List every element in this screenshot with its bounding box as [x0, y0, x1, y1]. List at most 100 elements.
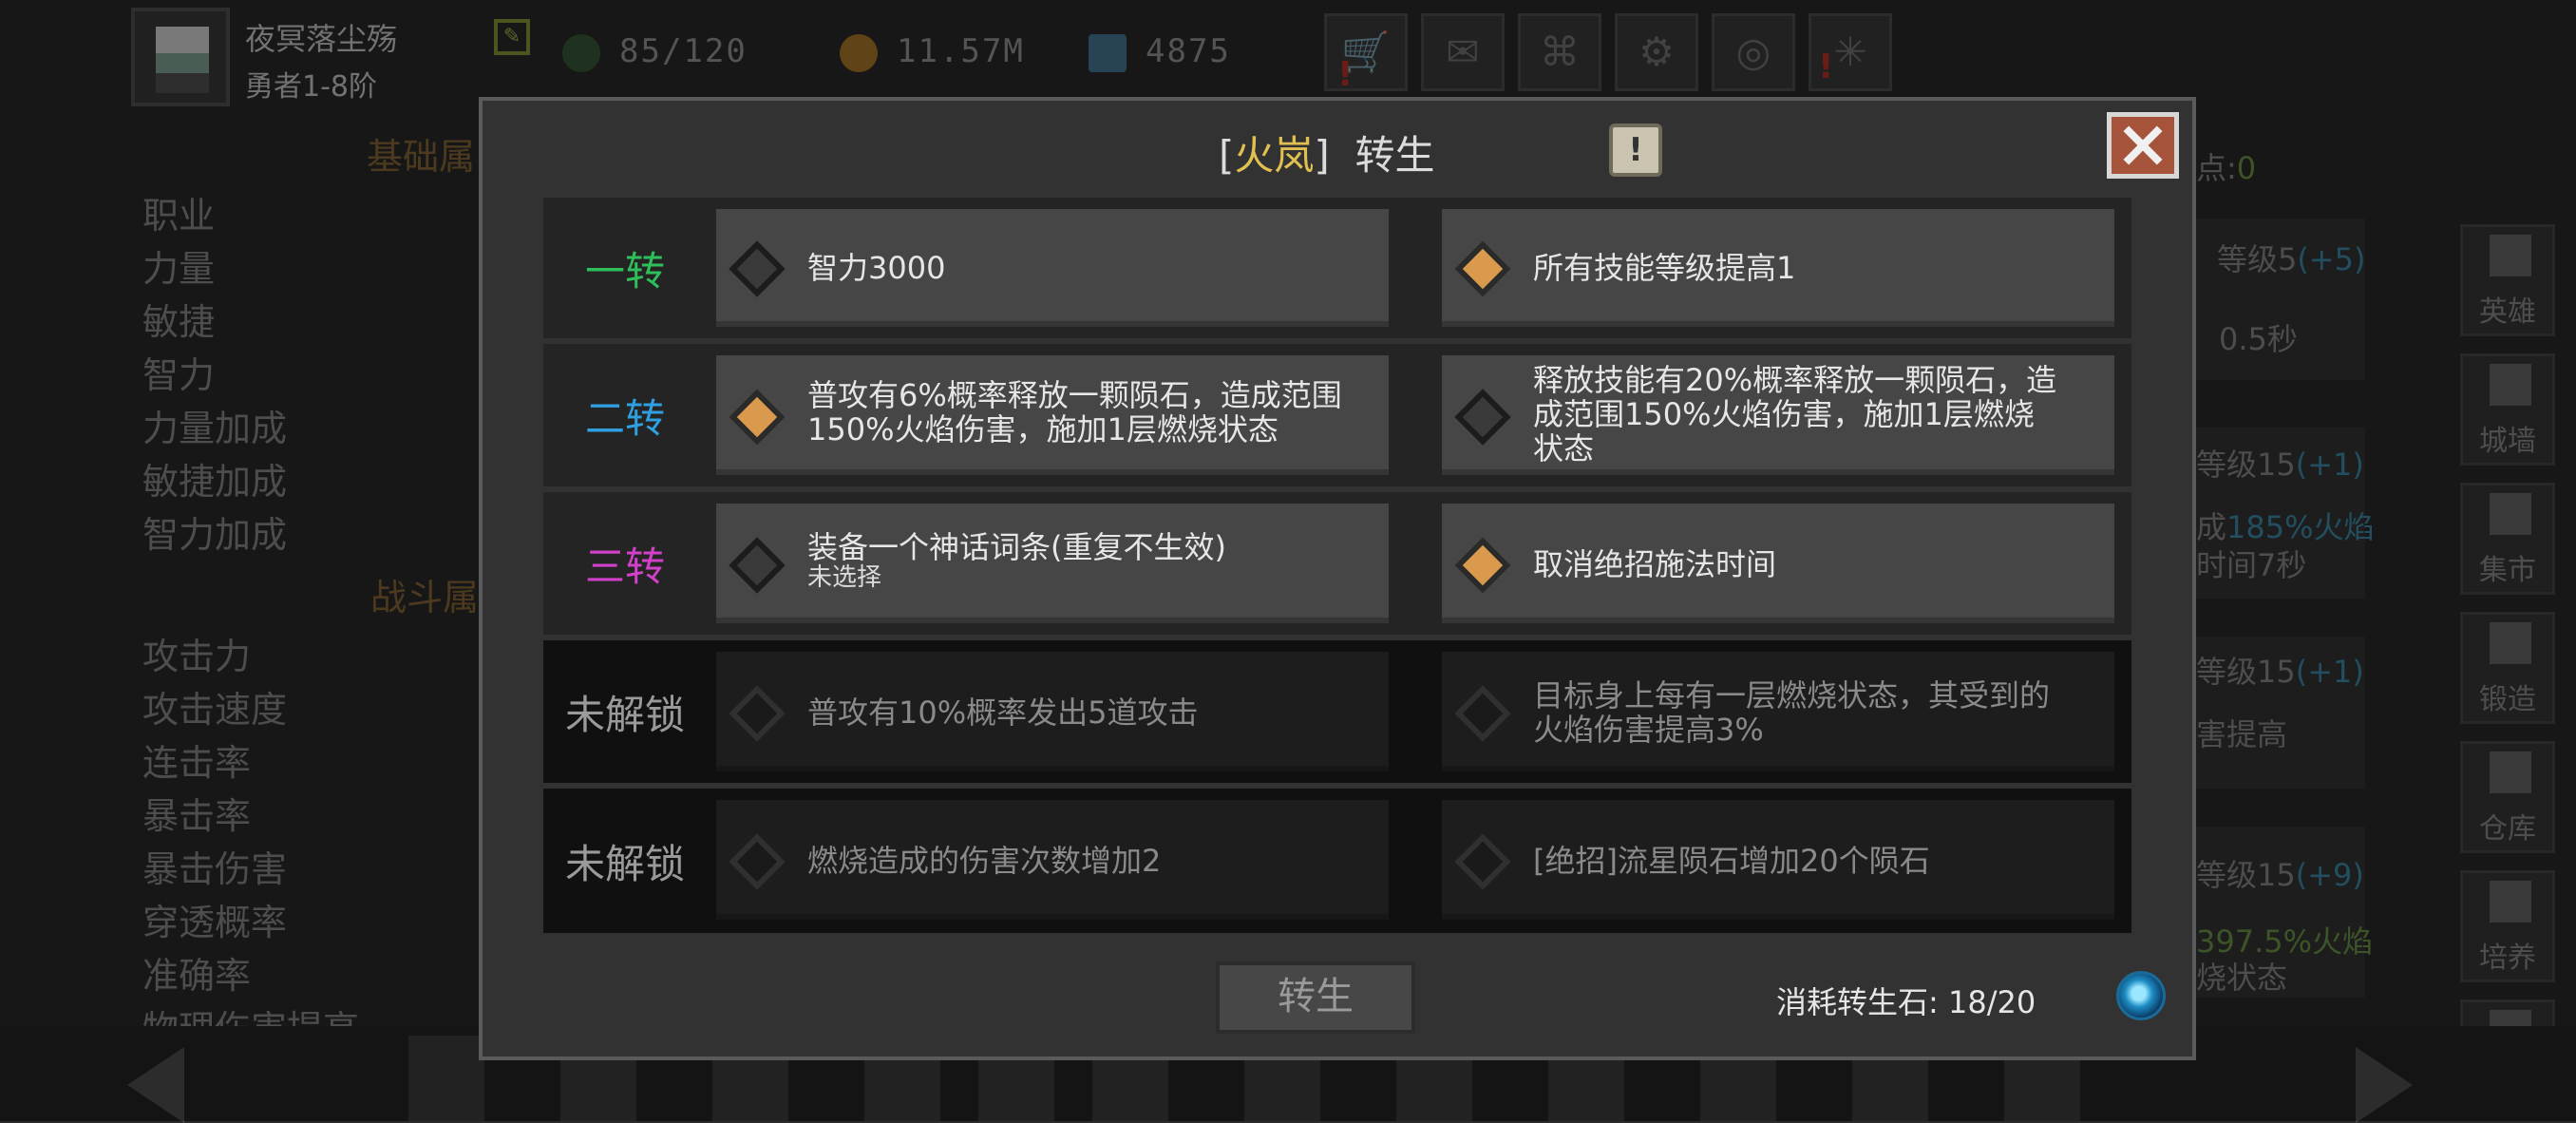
- side-menu-storage[interactable]: 仓库: [2460, 741, 2555, 853]
- stat-label: 职业: [142, 195, 216, 237]
- rebirth-option-card[interactable]: 智力3000: [716, 209, 1389, 327]
- stat-label: 力量: [142, 248, 216, 290]
- close-icon[interactable]: [2107, 112, 2179, 179]
- rebirth-option-card: [绝招]流星陨石增加20个陨石: [1442, 800, 2114, 920]
- tier-label: 一转: [584, 247, 665, 295]
- stat-label: 攻击速度: [142, 689, 288, 731]
- attribute-points: 点:0: [2196, 150, 2257, 186]
- option-text: [绝招]流星陨石增加20个陨石: [1533, 843, 1930, 879]
- stat-label: 智力加成: [142, 514, 288, 556]
- skill-desc: 害提高: [2196, 716, 2288, 752]
- rebirth-tier-row-locked: 未解锁 普攻有10%概率发出5道攻击 目标身上每有一层燃烧状态，其受到的 火焰伤…: [543, 640, 2131, 783]
- lucky-wheel-icon[interactable]: ◎: [1712, 13, 1795, 91]
- edit-name-button[interactable]: ✎: [494, 19, 530, 55]
- stamina-value: 85/120: [619, 32, 748, 70]
- option-text: 所有技能等级提高1: [1533, 250, 1796, 286]
- option-text: 智力3000: [807, 250, 946, 286]
- stat-label: 穿透概率: [142, 902, 288, 943]
- tier-label-locked: 未解锁: [564, 840, 685, 887]
- option-diamond-icon: [729, 833, 786, 890]
- option-text: 目标身上每有一层燃烧状态，其受到的 火焰伤害提高3%: [1533, 677, 2051, 748]
- stat-label: 攻击力: [142, 636, 252, 677]
- player-avatar[interactable]: [131, 8, 230, 106]
- event-alert-icon: !: [1818, 48, 1834, 86]
- skill-level: 等级15(+1): [2196, 654, 2364, 690]
- hero-portrait[interactable]: [408, 1036, 484, 1121]
- gold-value: 11.57M: [897, 32, 1025, 70]
- option-diamond-icon: [729, 240, 786, 297]
- player-name: 夜冥落尘殇: [245, 21, 398, 57]
- skill-desc: 0.5秒: [2219, 321, 2298, 357]
- option-text: 装备一个神话词条(重复不生效) 未选择: [807, 530, 1377, 591]
- rebirth-option-card[interactable]: 取消绝招施法时间: [1442, 504, 2114, 623]
- section-title-base: 基础属: [367, 136, 476, 178]
- help-info-icon[interactable]: !: [1609, 124, 1662, 177]
- side-menu-market[interactable]: 集市: [2460, 483, 2555, 595]
- section-title-battle: 战斗属: [370, 577, 480, 619]
- option-diamond-icon: [729, 685, 786, 742]
- option-diamond-icon: [1454, 833, 1511, 890]
- stat-label: 智力: [142, 354, 216, 396]
- rebirth-stone-cost: 消耗转生石: 18/20: [1776, 984, 2036, 1020]
- dialog-title: [火岚] 转生: [1219, 132, 1435, 179]
- anvil-icon: [2490, 622, 2531, 664]
- stamina-icon: [562, 34, 600, 72]
- rebirth-button[interactable]: 转生: [1216, 961, 1415, 1034]
- gold-coin-icon: [840, 34, 878, 72]
- market-stall-icon: [2490, 493, 2531, 535]
- skill-desc: 烧状态: [2196, 960, 2288, 996]
- stat-label: 暴击伤害: [142, 848, 288, 890]
- next-page-arrow-icon[interactable]: [2356, 1047, 2413, 1123]
- stat-label: 暴击率: [142, 795, 252, 837]
- rebirth-tier-row: 三转 装备一个神话词条(重复不生效) 未选择 取消绝招施法时间: [543, 492, 2131, 635]
- option-diamond-icon: [1454, 389, 1511, 446]
- rebirth-option-card[interactable]: 普攻有6%概率释放一颗陨石，造成范围 150%火焰伤害，施加1层燃烧状态: [716, 355, 1389, 475]
- hero-helmet-icon: [2490, 235, 2531, 276]
- training-icon: [2490, 881, 2531, 923]
- option-text: 燃烧造成的伤害次数增加2: [807, 843, 1162, 879]
- rebirth-option-card: 燃烧造成的伤害次数增加2: [716, 800, 1389, 920]
- tier-label-locked: 未解锁: [564, 691, 685, 738]
- skill-level: 等级15(+1): [2196, 447, 2364, 483]
- stat-label: 敏捷: [142, 301, 216, 343]
- side-menu-hero[interactable]: 英雄: [2460, 224, 2555, 336]
- rebirth-stone-icon: [2116, 971, 2166, 1020]
- skill-desc: 时间7秒: [2196, 547, 2307, 583]
- option-selected-diamond-icon: [1454, 537, 1511, 594]
- rebirth-option-card[interactable]: 装备一个神话词条(重复不生效) 未选择: [716, 504, 1389, 623]
- settings-gear-icon[interactable]: ⚙: [1615, 13, 1698, 91]
- prev-page-arrow-icon[interactable]: [127, 1047, 184, 1123]
- stat-label: 物理伤害提高: [142, 999, 359, 1026]
- rebirth-tier-row: 一转 智力3000 所有技能等级提高1: [543, 198, 2131, 338]
- skill-level: 等级5(+5): [2217, 241, 2366, 277]
- option-selected-diamond-icon: [729, 389, 786, 446]
- chest-icon: [2490, 752, 2531, 793]
- option-text: 取消绝招施法时间: [1533, 546, 1777, 582]
- option-text: 释放技能有20%概率释放一颗陨石，造 成范围150%火焰伤害，施加1层燃烧 状态: [1533, 362, 2057, 466]
- rebirth-option-card[interactable]: 所有技能等级提高1: [1442, 209, 2114, 327]
- side-menu-wall[interactable]: 城墙: [2460, 353, 2555, 466]
- rebirth-option-card: 普攻有10%概率发出5道攻击: [716, 652, 1389, 771]
- rebirth-tier-row: 二转 普攻有6%概率释放一颗陨石，造成范围 150%火焰伤害，施加1层燃烧状态 …: [543, 344, 2131, 486]
- diamond-value: 4875: [1146, 32, 1231, 70]
- side-menu-forge[interactable]: 锻造: [2460, 612, 2555, 724]
- gamepad-icon[interactable]: ⌘: [1518, 13, 1601, 91]
- rebirth-option-card[interactable]: 释放技能有20%概率释放一颗陨石，造 成范围150%火焰伤害，施加1层燃烧 状态: [1442, 355, 2114, 475]
- shop-alert-icon: !: [1337, 55, 1354, 94]
- rebirth-option-card: 目标身上每有一层燃烧状态，其受到的 火焰伤害提高3%: [1442, 652, 2114, 771]
- skill-level: 等级15(+9): [2196, 857, 2364, 893]
- stat-label: 力量加成: [142, 408, 288, 449]
- option-diamond-icon: [729, 537, 786, 594]
- tier-label: 二转: [584, 394, 665, 442]
- option-text: 普攻有6%概率释放一颗陨石，造成范围 150%火焰伤害，施加1层燃烧状态: [807, 377, 1342, 447]
- side-menu-train[interactable]: 培养: [2460, 870, 2555, 982]
- tier-label: 三转: [584, 542, 665, 590]
- mail-icon[interactable]: ✉: [1421, 13, 1505, 91]
- diamond-icon: [1089, 34, 1127, 72]
- castle-wall-icon: [2490, 364, 2531, 406]
- stat-label: 连击率: [142, 742, 252, 784]
- option-selected-diamond-icon: [1454, 240, 1511, 297]
- option-text: 普攻有10%概率发出5道攻击: [807, 695, 1199, 731]
- stat-label: 准确率: [142, 955, 252, 997]
- stat-label: 敏捷加成: [142, 461, 288, 503]
